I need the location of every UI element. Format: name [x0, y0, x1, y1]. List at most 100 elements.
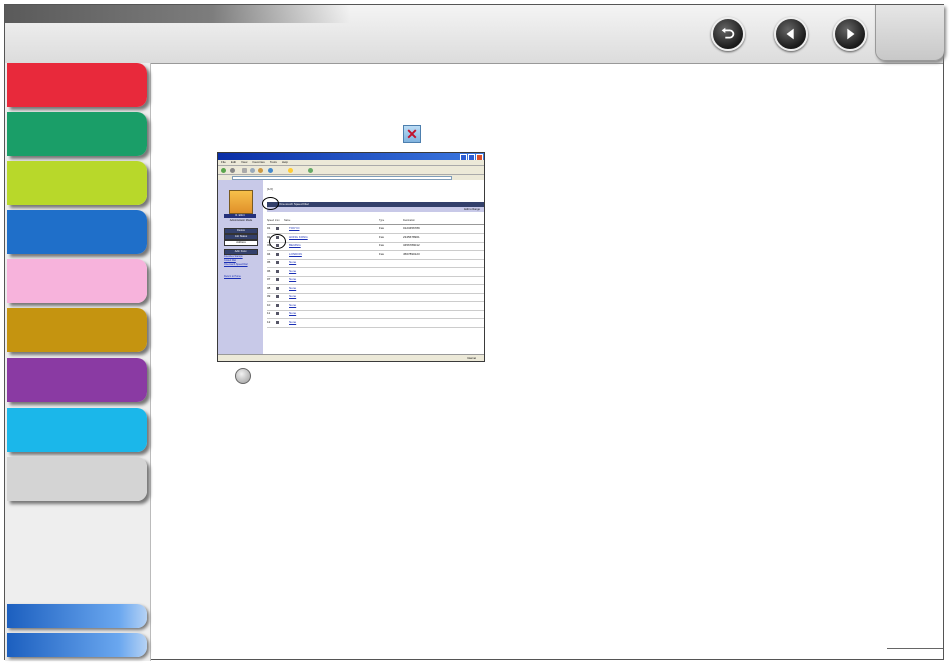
emb-statusbar: Internet	[218, 354, 484, 361]
row-number: 07	[267, 277, 271, 281]
sidebar-tab-3[interactable]	[7, 161, 147, 205]
row-number: 05	[267, 260, 271, 264]
emb-page-title: [1/2]	[267, 187, 273, 191]
emb-menu-item[interactable]: Tools	[270, 160, 277, 164]
status-text: Internet	[467, 357, 476, 360]
row-number: 06	[267, 268, 271, 273]
emb-menu-item[interactable]: File	[221, 160, 226, 164]
emb-column-header: Destination	[403, 219, 415, 222]
row-destination: 2345678901	[403, 234, 420, 239]
sidebar-tab-2[interactable]	[7, 112, 147, 156]
row-name[interactable]: None	[289, 286, 296, 290]
edit-icon[interactable]	[276, 278, 279, 281]
highlight-circle	[269, 234, 286, 249]
row-type: Fax	[379, 251, 385, 256]
emb-menu-item[interactable]: View	[241, 160, 247, 164]
emb-column-header: Name	[284, 219, 291, 222]
search-icon	[268, 168, 273, 173]
sidebar-tab-7[interactable]	[7, 358, 147, 402]
logo-label: R. Elfort	[224, 214, 256, 218]
corner-tab[interactable]	[875, 5, 944, 61]
row-type: Fax	[379, 234, 385, 239]
emb-column-header: Icon	[275, 219, 280, 222]
previous-page-button[interactable]	[774, 17, 808, 51]
row-name[interactable]: None	[289, 269, 296, 273]
row-destination: 3456789012	[403, 243, 420, 247]
row-number: 04	[267, 251, 271, 256]
emb-titlebar	[218, 153, 484, 161]
row-destination: 4567890123	[403, 251, 420, 256]
row-name[interactable]: HONG KONG	[289, 235, 308, 239]
row-name[interactable]: TOKYO	[289, 227, 299, 230]
row-name[interactable]: None	[289, 295, 296, 298]
sidebar-tab-1[interactable]	[7, 63, 147, 107]
row-number: 09	[267, 294, 271, 298]
sidebar-tab-9[interactable]	[7, 457, 147, 501]
emb-main: [1/2] One-touch Speed Dial Edit to Range…	[263, 180, 484, 354]
next-page-icon	[847, 28, 855, 40]
back-button[interactable]	[711, 17, 745, 51]
manual-page: ✕ File Edit View Favorites Tools Help R. Elfo…	[4, 4, 944, 661]
emb-menu-item[interactable]: Help	[282, 160, 288, 164]
highlight-circle	[262, 197, 279, 210]
edit-icon[interactable]	[276, 252, 279, 256]
row-type: Fax	[379, 226, 385, 230]
row-name[interactable]: BEIJING	[289, 244, 301, 247]
embedded-screenshot: File Edit View Favorites Tools Help R. Elfort…	[217, 152, 485, 362]
emb-left-link[interactable]: Return to Home	[224, 275, 241, 278]
row-name[interactable]: None	[289, 303, 296, 307]
emb-left-panel: R. Elfort Administrator Mode Device Job S…	[218, 180, 264, 354]
row-number: 12	[267, 319, 271, 324]
row-number: 10	[267, 302, 271, 307]
edit-icon[interactable]	[276, 261, 279, 264]
previous-page-icon	[786, 28, 794, 40]
top-bar	[5, 5, 944, 64]
divider	[887, 648, 943, 649]
row-name[interactable]: None	[289, 320, 296, 324]
bottom-tab-2[interactable]	[7, 633, 147, 657]
bottom-tab-1[interactable]	[7, 604, 147, 628]
header-stripe	[5, 5, 350, 23]
sidebar-tab-6[interactable]	[7, 308, 147, 352]
edit-icon[interactable]	[276, 227, 279, 230]
back-icon	[721, 27, 735, 39]
back-icon	[221, 168, 226, 173]
row-number: 01	[267, 226, 271, 230]
sidebar-tab-8[interactable]	[7, 408, 147, 452]
row-number: 11	[267, 311, 271, 315]
row-type: Fax	[379, 243, 385, 247]
next-page-button[interactable]	[833, 17, 867, 51]
row-destination: 0123456789	[403, 226, 420, 230]
row-name[interactable]: LONDON	[289, 252, 302, 256]
emb-column-header: Type	[379, 219, 385, 222]
emb-subbar: Edit to Range	[267, 207, 484, 212]
sidebar-tab-4[interactable]	[7, 210, 147, 254]
edit-icon[interactable]	[276, 312, 279, 315]
table-row[interactable]: 12 None	[267, 319, 484, 328]
row-name[interactable]: None	[289, 278, 296, 281]
refresh-icon	[250, 168, 255, 173]
edit-icon[interactable]	[276, 286, 279, 290]
emb-column-header: Speed	[267, 219, 274, 222]
emb-menu-item[interactable]: Edit	[231, 160, 236, 164]
home-icon	[258, 168, 263, 173]
stop-icon	[242, 168, 247, 173]
row-name[interactable]: None	[289, 261, 296, 264]
sidebar-tab-5[interactable]	[7, 259, 147, 303]
edit-icon[interactable]	[276, 320, 279, 324]
emb-menu-item[interactable]: Favorites	[252, 160, 264, 164]
media-icon	[308, 168, 313, 173]
edit-icon[interactable]	[276, 295, 279, 298]
row-name[interactable]: None	[289, 312, 296, 315]
forward-icon	[230, 168, 235, 173]
mode-label: Administrator Mode	[229, 219, 253, 222]
logo-icon	[229, 190, 253, 214]
row-number: 08	[267, 285, 271, 290]
emb-nav-button[interactable]: Address	[224, 240, 258, 246]
edit-icon[interactable]	[276, 303, 279, 307]
edit-icon[interactable]	[276, 269, 279, 273]
favorites-icon	[288, 168, 293, 173]
close-icon: ✕	[403, 125, 421, 143]
emb-left-link[interactable]: One-touch Speed Dial	[224, 263, 248, 266]
note-icon	[235, 368, 251, 384]
